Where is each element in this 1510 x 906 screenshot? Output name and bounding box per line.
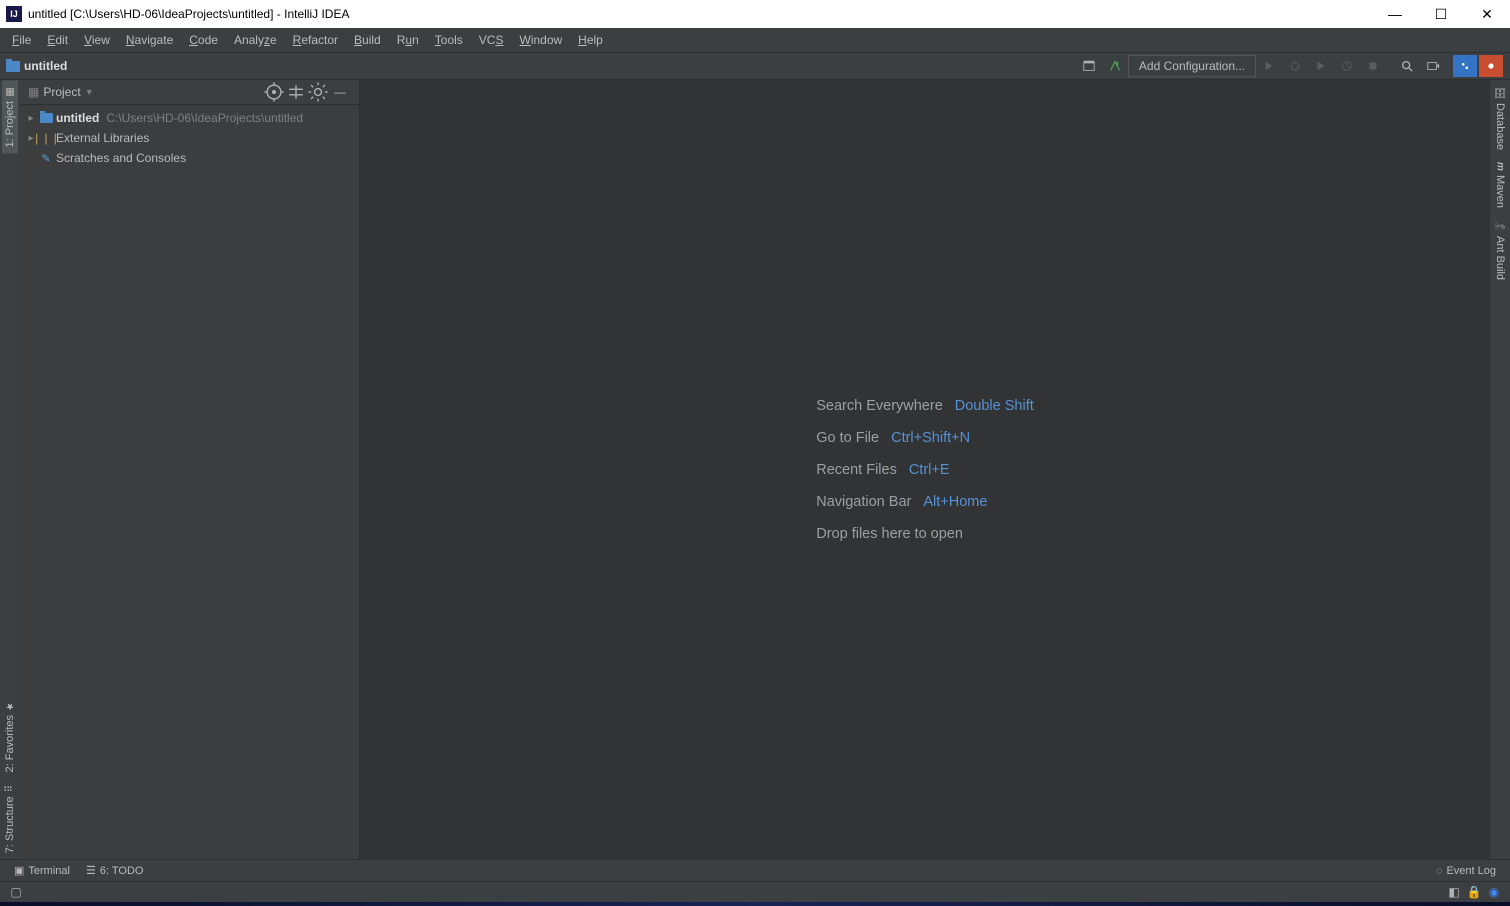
tab-terminal[interactable]: ▣ Terminal <box>6 862 78 879</box>
todo-icon: ☰ <box>86 864 96 877</box>
menu-view[interactable]: View <box>76 30 118 50</box>
tree-item-label: External Libraries <box>56 131 149 145</box>
main: 1: Project ▦ 2: Favorites ★ 7: Structure… <box>0 80 1510 859</box>
menu-edit[interactable]: Edit <box>39 30 76 50</box>
tree-scratches[interactable]: ▸ ✎ Scratches and Consoles <box>20 148 359 168</box>
titlebar: IJ untitled [C:\Users\HD-06\IdeaProjects… <box>0 0 1510 28</box>
editor-area[interactable]: Search Everywhere Double Shift Go to Fil… <box>360 80 1490 859</box>
menu-tools[interactable]: Tools <box>427 30 471 50</box>
tree-root-name: untitled <box>56 111 99 125</box>
search-icon[interactable] <box>1395 55 1419 77</box>
menu-bar: File Edit View Navigate Code Analyze Ref… <box>0 28 1510 53</box>
hint-drop-files: Drop files here to open <box>816 526 1034 542</box>
status-bar: ▢ ◧ 🔒 ◉ <box>0 881 1510 902</box>
breadcrumb[interactable]: untitled <box>6 59 67 73</box>
menu-code[interactable]: Code <box>181 30 226 50</box>
lock-icon[interactable]: 🔒 <box>1464 885 1484 899</box>
left-tool-gutter: 1: Project ▦ 2: Favorites ★ 7: Structure… <box>0 80 20 859</box>
locate-icon[interactable] <box>263 81 285 103</box>
menu-vcs[interactable]: VCS <box>471 30 512 50</box>
star-icon: ★ <box>5 700 16 711</box>
coverage-icon[interactable] <box>1309 55 1333 77</box>
debug-icon[interactable] <box>1283 55 1307 77</box>
expand-arrow-icon[interactable]: ▸ <box>26 113 36 124</box>
build-icon[interactable] <box>1103 55 1127 77</box>
bottom-tool-tabs: ▣ Terminal ☰ 6: TODO ◌ Event Log <box>0 859 1510 881</box>
ant-icon: 🐜 <box>1495 220 1506 232</box>
menu-build[interactable]: Build <box>346 30 389 50</box>
tool-windows-icon[interactable]: ▢ <box>6 885 26 899</box>
tab-event-log[interactable]: ◌ Event Log <box>1428 863 1504 879</box>
stop-icon[interactable] <box>1361 55 1385 77</box>
update-project-icon[interactable] <box>1077 55 1101 77</box>
hint-goto-file: Go to File Ctrl+Shift+N <box>816 430 1034 446</box>
status-indicator-icon[interactable]: ◧ <box>1444 885 1464 899</box>
terminal-icon: ▣ <box>14 864 24 877</box>
menu-file[interactable]: File <box>4 30 39 50</box>
tab-ant[interactable]: 🐜Ant Build <box>1492 214 1508 286</box>
tab-structure[interactable]: 7: Structure ⠿ <box>2 779 18 859</box>
hint-navigation-bar: Navigation Bar Alt+Home <box>816 494 1034 510</box>
module-folder-icon <box>40 113 53 123</box>
status-google-icon[interactable]: ◉ <box>1484 885 1504 899</box>
plugin-icon-2[interactable] <box>1479 55 1503 77</box>
hide-icon[interactable]: — <box>329 81 351 103</box>
structure-icon: ⠿ <box>5 785 16 792</box>
breadcrumb-text: untitled <box>24 59 67 73</box>
ide-settings-icon[interactable] <box>1421 55 1445 77</box>
expand-all-icon[interactable] <box>285 81 307 103</box>
maximize-button[interactable]: ☐ <box>1418 0 1464 28</box>
app-icon: IJ <box>6 6 22 22</box>
plugin-icon-1[interactable] <box>1453 55 1477 77</box>
scratch-icon: ✎ <box>39 152 53 165</box>
right-tool-gutter: 🗄Database mMaven 🐜Ant Build <box>1490 80 1510 859</box>
project-view-icon: ▦ <box>28 85 39 99</box>
project-tab-icon: ▦ <box>5 86 16 97</box>
folder-icon <box>6 61 20 72</box>
maven-icon: m <box>1495 162 1506 171</box>
run-icon[interactable] <box>1257 55 1281 77</box>
menu-run[interactable]: Run <box>389 30 427 50</box>
tree-external-libraries[interactable]: ▸ ❘❘❘ External Libraries <box>20 128 359 148</box>
close-button[interactable]: ✕ <box>1464 0 1510 28</box>
tab-maven[interactable]: mMaven <box>1492 156 1508 214</box>
hint-search-everywhere: Search Everywhere Double Shift <box>816 398 1034 414</box>
menu-help[interactable]: Help <box>570 30 611 50</box>
window-title: untitled [C:\Users\HD-06\IdeaProjects\un… <box>28 7 1372 21</box>
os-taskbar <box>0 902 1510 906</box>
minimize-button[interactable]: — <box>1372 0 1418 28</box>
tree-item-label: Scratches and Consoles <box>56 151 186 165</box>
project-tool-window: ▦ Project ▼ — ▸ untitled C:\Users\HD-06\… <box>20 80 360 859</box>
tab-project[interactable]: 1: Project ▦ <box>2 80 18 153</box>
project-panel-header: ▦ Project ▼ — <box>20 80 359 105</box>
tab-favorites[interactable]: 2: Favorites ★ <box>2 694 18 778</box>
profiler-icon[interactable] <box>1335 55 1359 77</box>
add-configuration-button[interactable]: Add Configuration... <box>1128 55 1256 77</box>
library-icon: ❘❘❘ <box>39 132 53 145</box>
database-icon: 🗄 <box>1495 86 1506 99</box>
gear-icon[interactable] <box>307 81 329 103</box>
navigation-bar: untitled Add Configuration... <box>0 53 1510 80</box>
project-panel-title: Project <box>43 85 80 99</box>
tab-database[interactable]: 🗄Database <box>1492 80 1508 156</box>
tree-root[interactable]: ▸ untitled C:\Users\HD-06\IdeaProjects\u… <box>20 108 359 128</box>
tree-root-path: C:\Users\HD-06\IdeaProjects\untitled <box>106 111 303 125</box>
editor-hints: Search Everywhere Double Shift Go to Fil… <box>816 398 1034 542</box>
hint-recent-files: Recent Files Ctrl+E <box>816 462 1034 478</box>
menu-navigate[interactable]: Navigate <box>118 30 181 50</box>
chevron-down-icon[interactable]: ▼ <box>85 87 94 97</box>
event-log-icon: ◌ <box>1436 865 1443 877</box>
menu-analyze[interactable]: Analyze <box>226 30 285 50</box>
project-tree[interactable]: ▸ untitled C:\Users\HD-06\IdeaProjects\u… <box>20 105 359 859</box>
tab-todo[interactable]: ☰ 6: TODO <box>78 862 151 879</box>
menu-window[interactable]: Window <box>511 30 570 50</box>
menu-refactor[interactable]: Refactor <box>285 30 346 50</box>
